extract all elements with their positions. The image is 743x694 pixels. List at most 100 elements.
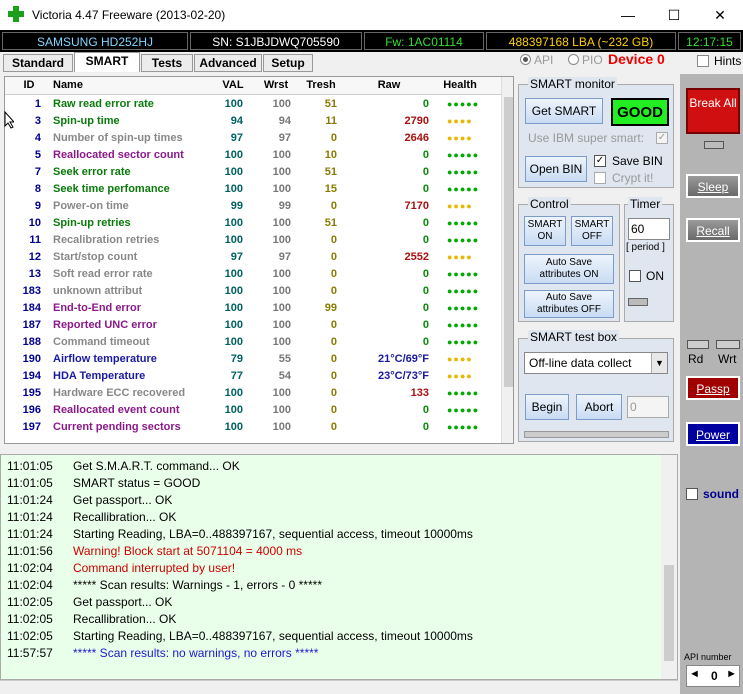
close-button[interactable]: ✕	[697, 0, 743, 30]
cell-wrst: 100	[272, 268, 291, 280]
stepper-left-icon[interactable]: ◄	[689, 668, 700, 680]
save-bin-checkbox[interactable]: ✓	[594, 155, 606, 167]
table-scrollbar[interactable]	[501, 77, 513, 443]
cell-tresh: 51	[324, 166, 337, 178]
log-line: 11:02:05 Get passport... OK	[7, 595, 657, 612]
log-hscrollbar[interactable]	[0, 680, 678, 694]
table-row[interactable]: 9 Power-on time 99 99 0 7170 ●●●●	[5, 198, 501, 215]
rd-label: Rd	[688, 352, 704, 366]
table-row[interactable]: 194 HDA Temperature 77 54 0 23°C/73°F ●●●●	[5, 368, 501, 385]
log-line: 11:57:57 ***** Scan results: no warnings,…	[7, 646, 657, 663]
cell-raw: 133	[410, 387, 429, 399]
cell-tresh: 11	[325, 115, 337, 127]
passp-button[interactable]: Passp	[686, 376, 740, 400]
break-all-button[interactable]: Break All	[686, 88, 740, 134]
tab-advanced[interactable]: Advanced	[194, 54, 262, 72]
smart-off-button[interactable]: SMART OFF	[571, 216, 613, 246]
crypt-label: Crypt it!	[612, 171, 654, 185]
open-bin-button[interactable]: Open BIN	[525, 156, 587, 182]
table-row[interactable]: 4 Number of spin-up times 97 97 0 2646 ●●●●	[5, 130, 501, 147]
api-number-stepper[interactable]: ◄ 0 ►	[686, 665, 740, 687]
table-row[interactable]: 190 Airflow temperature 79 55 0 21°C/69°F ●●●●	[5, 351, 501, 368]
cell-id: 188	[22, 336, 41, 348]
cell-raw: 0	[422, 404, 429, 416]
table-row[interactable]: 196 Reallocated event count 100 100 0 0 ●●●●●	[5, 402, 501, 419]
recall-button[interactable]: Recall	[686, 218, 740, 242]
minimize-button[interactable]: —	[605, 0, 651, 30]
tab-tests[interactable]: Tests	[141, 54, 193, 72]
tab-standard[interactable]: Standard	[3, 54, 73, 72]
table-row[interactable]: 195 Hardware ECC recovered 100 100 0 133 ●●●●●	[5, 385, 501, 402]
cell-id: 194	[22, 370, 41, 382]
tab-smart[interactable]: SMART	[74, 52, 140, 72]
pio-radio[interactable]	[568, 54, 579, 65]
log-line: 11:01:05 SMART status = GOOD	[7, 476, 657, 493]
sleep-button[interactable]: Sleep	[686, 174, 740, 198]
table-row[interactable]: 187 Reported UNC error 100 100 0 0 ●●●●●	[5, 317, 501, 334]
smart-on-button[interactable]: SMART ON	[524, 216, 566, 246]
cell-val: 100	[224, 319, 243, 331]
cell-val: 97	[230, 132, 243, 144]
log-time: 11:02:05	[7, 629, 53, 643]
timer-input[interactable]: 60	[628, 218, 670, 240]
table-row[interactable]: 11 Recalibration retries 100 100 0 0 ●●●●●	[5, 232, 501, 249]
cell-val: 100	[224, 149, 243, 161]
drive-firmware: Fw: 1AC01114	[364, 32, 484, 50]
log-message: Get passport... OK	[73, 595, 173, 609]
col-tresh: Tresh	[306, 79, 336, 91]
cell-health: ●●●●	[447, 252, 473, 262]
test-progress-input[interactable]: 0	[627, 396, 669, 418]
cell-raw: 7170	[404, 200, 429, 212]
table-row[interactable]: 8 Seek time perfomance 100 100 15 0 ●●●●●	[5, 181, 501, 198]
begin-button[interactable]: Begin	[525, 394, 569, 420]
log-message: ***** Scan results: no warnings, no erro…	[73, 646, 319, 660]
cell-val: 100	[224, 268, 243, 280]
power-button[interactable]: Power	[686, 422, 740, 446]
chevron-down-icon[interactable]: ▼	[651, 353, 667, 373]
abort-button[interactable]: Abort	[576, 394, 622, 420]
sound-checkbox[interactable]	[686, 488, 698, 500]
table-row[interactable]: 188 Command timeout 100 100 0 0 ●●●●●	[5, 334, 501, 351]
clock: 12:17:15	[678, 32, 741, 50]
ibm-smart-checkbox[interactable]: ✓	[656, 132, 668, 144]
cell-id: 184	[22, 302, 41, 314]
log-scrollbar[interactable]	[661, 455, 677, 679]
cell-val: 100	[224, 404, 243, 416]
maximize-button[interactable]: ☐	[651, 0, 697, 30]
table-row[interactable]: 12 Start/stop count 97 97 0 2552 ●●●●	[5, 249, 501, 266]
cell-val: 100	[224, 336, 243, 348]
table-row[interactable]: 197 Current pending sectors 100 100 0 0 ●●●●●	[5, 419, 501, 436]
table-row[interactable]: 3 Spin-up time 94 94 11 2790 ●●●●	[5, 113, 501, 130]
get-smart-button[interactable]: Get SMART	[525, 98, 603, 124]
col-raw: Raw	[377, 79, 401, 91]
test-select[interactable]: Off-line data collect ▼	[524, 352, 668, 374]
timer-label: Timer	[628, 197, 663, 211]
crypt-checkbox[interactable]	[594, 172, 606, 184]
table-row[interactable]: 183 unknown attribut 100 100 0 0 ●●●●●	[5, 283, 501, 300]
log-message: SMART status = GOOD	[73, 476, 201, 490]
table-row[interactable]: 184 End-to-End error 100 100 99 0 ●●●●●	[5, 300, 501, 317]
stepper-right-icon[interactable]: ►	[726, 668, 737, 680]
log-message: Recallibration... OK	[73, 510, 177, 524]
cell-name: Start/stop count	[53, 251, 138, 263]
table-row[interactable]: 10 Spin-up retries 100 100 51 0 ●●●●●	[5, 215, 501, 232]
table-row[interactable]: 7 Seek error rate 100 100 51 0 ●●●●●	[5, 164, 501, 181]
ibm-smart-label: Use IBM super smart:	[528, 131, 645, 145]
api-radio[interactable]	[520, 54, 531, 65]
break-all-label: Break All	[689, 96, 737, 110]
autosave-on-button[interactable]: Auto Save attributes ON	[524, 254, 614, 284]
cell-raw: 0	[422, 302, 429, 314]
table-row[interactable]: 1 Raw read error rate 100 100 51 0 ●●●●●	[5, 96, 501, 113]
log-message: ***** Scan results: Warnings - 1, errors…	[73, 578, 322, 592]
tab-setup[interactable]: Setup	[263, 54, 313, 72]
cell-wrst: 97	[278, 251, 291, 263]
autosave-off-button[interactable]: Auto Save attributes OFF	[524, 290, 614, 318]
timer-on-checkbox[interactable]	[629, 270, 641, 282]
table-row[interactable]: 5 Reallocated sector count 100 100 10 0 ●●●●●	[5, 147, 501, 164]
table-row[interactable]: 13 Soft read error rate 100 100 0 0 ●●●●●	[5, 266, 501, 283]
cell-val: 100	[224, 387, 243, 399]
cell-val: 94	[230, 115, 243, 127]
cell-health: ●●●●	[447, 371, 473, 381]
log-line: 11:02:04 Command interrupted by user!	[7, 561, 657, 578]
hints-checkbox[interactable]	[697, 55, 709, 67]
